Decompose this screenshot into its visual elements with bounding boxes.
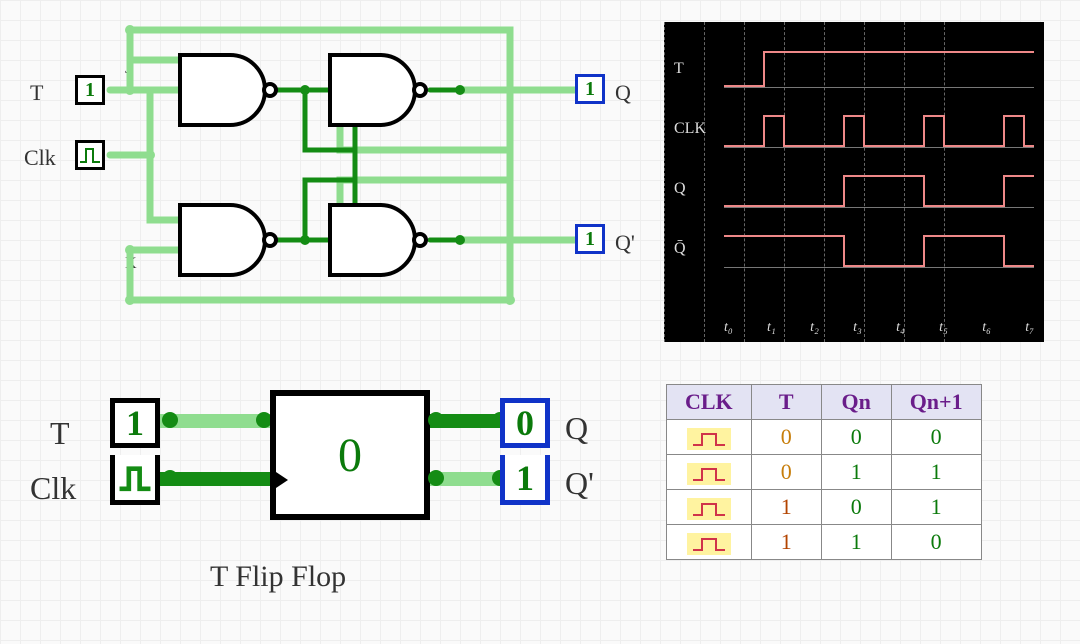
timing-row-t: T	[724, 42, 1034, 102]
output-q-label: Q	[615, 80, 631, 105]
block-clk-label: Clk	[30, 470, 76, 506]
block-t-box: 1	[110, 398, 160, 448]
th-clk: CLK	[667, 385, 752, 420]
table-row: 0 0 0	[667, 420, 982, 455]
th-qn1: Qn+1	[891, 385, 981, 420]
block-t-label: T	[50, 415, 70, 451]
table-row: 0 1 1	[667, 455, 982, 490]
output-qbar-label: Q'	[615, 230, 635, 255]
input-t-value: 1	[85, 79, 95, 102]
gate-circuit-svg	[100, 20, 630, 320]
input-clk-label: Clk	[24, 145, 56, 170]
block-qbar-box: 1	[500, 455, 550, 505]
timing-diagram: T CLK Q Q̄ t₀t₁ t₂t₃ t₄t₅ t₆t₇	[664, 22, 1044, 342]
timing-row-clk: CLK	[724, 102, 1034, 162]
truth-table: CLK T Qn Qn+1 0 0 0 0 1 1 1 0 1 1 1 0	[666, 384, 982, 560]
time-axis-labels: t₀t₁ t₂t₃ t₄t₅ t₆t₇	[724, 320, 1034, 336]
output-qbar-value: 1	[585, 228, 595, 251]
block-qbar-label: Q'	[565, 465, 594, 501]
output-q-value: 1	[585, 78, 595, 101]
clock-rising-icon	[687, 498, 731, 520]
block-clk-box	[110, 455, 160, 505]
clock-rising-icon	[687, 533, 731, 555]
output-q-box: 1	[575, 74, 605, 104]
diagram-title: T Flip Flop	[210, 560, 346, 594]
block-q-label: Q	[565, 410, 588, 446]
table-row: 1 0 1	[667, 490, 982, 525]
th-qn: Qn	[821, 385, 891, 420]
output-qbar-box: 1	[575, 224, 605, 254]
flipflop-block: 0	[270, 390, 430, 520]
clock-rising-icon	[687, 428, 731, 450]
table-row: 1 1 0	[667, 525, 982, 560]
input-t-label: T	[30, 80, 43, 105]
timing-row-q: Q	[724, 162, 1034, 222]
block-q-box: 0	[500, 398, 550, 448]
timing-row-qbar: Q̄	[724, 222, 1034, 282]
th-t: T	[751, 385, 821, 420]
clock-rising-icon	[687, 463, 731, 485]
